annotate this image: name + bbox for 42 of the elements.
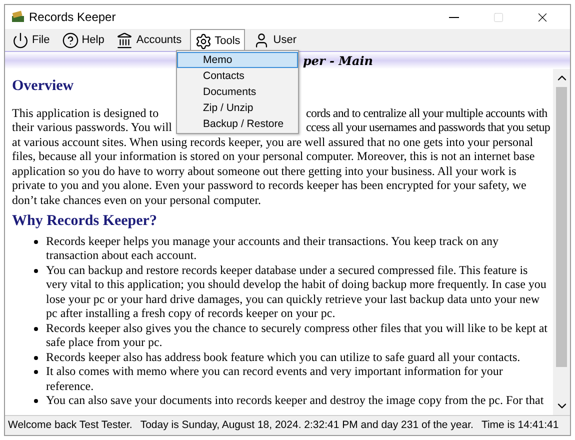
menu-option[interactable]: Zip / Unzip bbox=[177, 100, 298, 116]
status-text: Today is Sunday, August 18, 2024. 2:32:41 PM and day 231 of the year. bbox=[140, 418, 474, 433]
bullet-icon bbox=[34, 370, 38, 374]
menu-item[interactable]: Help bbox=[58, 29, 108, 51]
menu-option[interactable]: Backup / Restore bbox=[177, 116, 298, 132]
section-heading: Overview bbox=[12, 79, 74, 94]
help-icon bbox=[62, 32, 79, 48]
list-item: Records keeper helps you manage your accounts and their transactions. You keep track on any transaction about each account. bbox=[46, 234, 500, 262]
list-item: It also comes with memo where you can record events and very important information for your reference. bbox=[46, 364, 504, 393]
bullet-icon bbox=[34, 399, 38, 403]
menu-option[interactable]: Memo bbox=[177, 52, 298, 68]
menu-option[interactable]: Documents bbox=[177, 84, 298, 100]
minimize-icon bbox=[449, 16, 459, 18]
section-heading: Why Records Keeper? bbox=[12, 214, 157, 228]
list-item: Records keeper also has address book feature which you can utilize to safe guard all your contacts. bbox=[46, 350, 520, 364]
paragraph-fragment: their various passwords. You will bbox=[12, 120, 172, 134]
settings-icon bbox=[194, 33, 212, 50]
banner-title: per - Main bbox=[303, 52, 374, 70]
menu-item[interactable]: User bbox=[249, 29, 301, 51]
bank-icon bbox=[116, 32, 134, 48]
books-icon bbox=[11, 10, 25, 24]
scrollbar-thumb[interactable] bbox=[556, 87, 567, 367]
list-item: You can also save your documents into records keeper and destroy the image copy from the pc. For that bbox=[46, 393, 544, 408]
paragraph-fragment: cords and to centralize all your multiple accounts with bbox=[306, 106, 548, 120]
bullet-icon bbox=[34, 268, 38, 272]
bullet-icon bbox=[34, 240, 38, 244]
menu-item[interactable]: Accounts bbox=[112, 29, 186, 51]
list-item: Records keeper also gives you the chance to securely compress other files that you will like to be kept at safe place from your pc. bbox=[46, 320, 549, 350]
bullet-icon bbox=[34, 356, 38, 360]
scrollbar[interactable] bbox=[553, 69, 570, 415]
menu-option[interactable]: Contacts bbox=[177, 68, 298, 84]
maximize-icon bbox=[492, 12, 504, 22]
bullet-icon bbox=[34, 326, 38, 330]
list-item: You can backup and restore records keeper database under a secured compressed file. This feature is very vital to this application; you should develop the habit of doing backup more frequently. In case you lose your pc or your hard drive damages, you can quickly retrieve your last backup data unto your new pc after installing a fresh copy of records keeper on your pc. bbox=[46, 262, 548, 320]
status-text: Time is 14:41:41 bbox=[481, 418, 559, 433]
status-text: Welcome back Test Tester. bbox=[8, 418, 132, 433]
power-icon bbox=[12, 32, 29, 48]
window-title: Records Keeper bbox=[29, 9, 116, 26]
paragraph: at various account sites. When using records keeper, you are well assured that no one gets into your personal files, because all your information is stored on your personal computer. Moreover, this is not an internet base application so you do have to worry about someone out there getting into your business. All your work is private to you and you alone. Even your password to records keeper has been encrypted for your safety, we don’t take chances even on your personal computer. bbox=[12, 134, 536, 207]
menu-item[interactable]: File bbox=[8, 29, 54, 51]
paragraph-fragment: ccess all your usernames and passwords that you setup bbox=[306, 120, 550, 134]
paragraph-fragment: This application is designed to bbox=[12, 106, 159, 120]
